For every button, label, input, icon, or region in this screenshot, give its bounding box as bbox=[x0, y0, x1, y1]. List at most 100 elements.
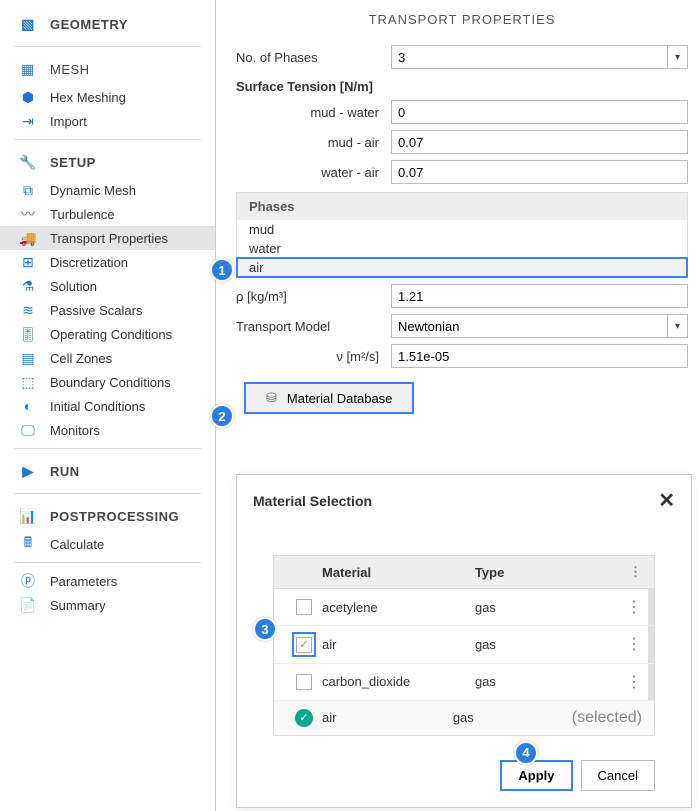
divider bbox=[14, 493, 201, 494]
no-phases-label: No. of Phases bbox=[236, 50, 391, 65]
truck-icon: 🚚 bbox=[18, 230, 38, 246]
sidebar-item-passive-scalars[interactable]: ≋ Passive Scalars bbox=[0, 298, 215, 322]
sidebar-item-turbulence[interactable]: 〰 Turbulence bbox=[0, 202, 215, 226]
boundary-icon: ⬚ bbox=[18, 374, 38, 390]
sidebar-item-calculate[interactable]: 🖩 Calculate bbox=[0, 532, 215, 556]
turbulence-icon: 〰 bbox=[18, 206, 38, 222]
divider bbox=[14, 139, 201, 140]
summary-icon: 📄 bbox=[18, 597, 38, 613]
sidebar-item-operating-conditions[interactable]: 🎚 Operating Conditions bbox=[0, 322, 215, 346]
sidebar-item-label: Parameters bbox=[50, 574, 117, 589]
callout-2: 2 bbox=[210, 404, 234, 428]
apply-button[interactable]: Apply bbox=[500, 760, 572, 791]
tension-input-1[interactable] bbox=[391, 130, 688, 154]
panel-title: TRANSPORT PROPERTIES bbox=[236, 0, 688, 45]
zones-icon: ▤ bbox=[18, 350, 38, 366]
sidebar-section-label: RUN bbox=[50, 464, 80, 479]
phase-row-mud[interactable]: mud bbox=[237, 220, 687, 239]
col-type: Type bbox=[475, 565, 614, 580]
sidebar-item-label: Cell Zones bbox=[50, 351, 112, 366]
sliders-icon: 🎚 bbox=[18, 326, 38, 342]
sidebar-item-cell-zones[interactable]: ▤ Cell Zones bbox=[0, 346, 215, 370]
sidebar-item-parameters[interactable]: ⓟ Parameters bbox=[0, 569, 215, 593]
wrench-icon: 🔧 bbox=[18, 154, 38, 170]
transport-model-select[interactable] bbox=[391, 314, 688, 338]
phases-box: Phases mud water air bbox=[236, 192, 688, 278]
sidebar-section-mesh[interactable]: ▦ MESH bbox=[0, 53, 215, 85]
material-database-button[interactable]: ⛁ Material Database bbox=[244, 382, 414, 414]
nu-input[interactable] bbox=[391, 344, 688, 368]
sidebar-item-transport-properties[interactable]: 🚚 Transport Properties bbox=[0, 226, 215, 250]
material-row-air[interactable]: air gas ⋮ bbox=[274, 626, 654, 664]
sidebar-item-boundary-conditions[interactable]: ⬚ Boundary Conditions bbox=[0, 370, 215, 394]
scrollbar[interactable] bbox=[648, 626, 654, 663]
tension-input-0[interactable] bbox=[391, 100, 688, 124]
material-type: gas bbox=[453, 710, 572, 725]
sidebar-section-setup[interactable]: 🔧 SETUP bbox=[0, 146, 215, 178]
kebab-icon[interactable]: ⋮ bbox=[614, 634, 642, 654]
material-table: Material Type ⋮ acetylene gas ⋮ air gas … bbox=[273, 555, 655, 736]
sidebar-item-label: Transport Properties bbox=[50, 231, 168, 246]
sidebar-item-label: Calculate bbox=[50, 537, 104, 552]
sidebar-section-label: MESH bbox=[50, 62, 90, 77]
material-type: gas bbox=[475, 637, 614, 652]
callout-4: 4 bbox=[514, 741, 538, 765]
selected-tag: (selected) bbox=[572, 709, 642, 727]
checkbox[interactable] bbox=[296, 674, 312, 690]
sidebar-item-discretization[interactable]: ⊞ Discretization bbox=[0, 250, 215, 274]
material-selection-dialog: Material Selection ✕ Material Type ⋮ ace… bbox=[236, 474, 692, 808]
surface-tension-label: Surface Tension [N/m] bbox=[236, 79, 688, 94]
sidebar-item-summary[interactable]: 📄 Summary bbox=[0, 593, 215, 617]
phase-row-water[interactable]: water bbox=[237, 239, 687, 258]
no-phases-select[interactable] bbox=[391, 45, 688, 69]
sidebar-item-label: Operating Conditions bbox=[50, 327, 172, 342]
sidebar-item-initial-conditions[interactable]: ◐ Initial Conditions bbox=[0, 394, 215, 418]
material-database-label: Material Database bbox=[287, 391, 393, 406]
material-row-carbon-dioxide[interactable]: carbon_dioxide gas ⋮ bbox=[274, 664, 654, 701]
sidebar-item-label: Passive Scalars bbox=[50, 303, 142, 318]
scalars-icon: ≋ bbox=[18, 302, 38, 318]
dynamic-mesh-icon: ⧉ bbox=[18, 182, 38, 198]
calculate-icon: 🖩 bbox=[18, 536, 38, 552]
kebab-icon[interactable]: ⋮ bbox=[614, 672, 642, 692]
tension-label-2: water - air bbox=[236, 165, 391, 180]
tension-label-1: mud - air bbox=[236, 135, 391, 150]
checkbox[interactable] bbox=[296, 599, 312, 615]
sidebar-item-hex-meshing[interactable]: ⬢ Hex Meshing bbox=[0, 85, 215, 109]
sidebar-item-solution[interactable]: ⚗ Solution bbox=[0, 274, 215, 298]
checkbox[interactable] bbox=[296, 637, 312, 653]
sidebar-item-import[interactable]: ⇥ Import bbox=[0, 109, 215, 133]
kebab-icon[interactable]: ⋮ bbox=[614, 564, 642, 580]
sidebar-item-label: Boundary Conditions bbox=[50, 375, 171, 390]
sidebar-item-dynamic-mesh[interactable]: ⧉ Dynamic Mesh bbox=[0, 178, 215, 202]
sidebar-item-monitors[interactable]: 🖵 Monitors bbox=[0, 418, 215, 442]
monitor-icon: 🖵 bbox=[18, 422, 38, 438]
col-material: Material bbox=[322, 565, 475, 580]
scrollbar[interactable] bbox=[648, 664, 654, 700]
sidebar-section-geometry[interactable]: ▧ GEOMETRY bbox=[0, 8, 215, 40]
material-row-acetylene[interactable]: acetylene gas ⋮ bbox=[274, 589, 654, 626]
sidebar-item-label: Summary bbox=[50, 598, 106, 613]
check-circle-icon bbox=[295, 709, 313, 727]
material-name: air bbox=[322, 637, 475, 652]
material-type: gas bbox=[475, 600, 614, 615]
scrollbar[interactable] bbox=[648, 589, 654, 625]
phase-row-air[interactable]: air bbox=[237, 258, 687, 277]
solution-icon: ⚗ bbox=[18, 278, 38, 294]
sidebar-section-label: SETUP bbox=[50, 155, 96, 170]
kebab-icon[interactable]: ⋮ bbox=[614, 597, 642, 617]
material-name: carbon_dioxide bbox=[322, 674, 475, 689]
tension-input-2[interactable] bbox=[391, 160, 688, 184]
tension-label-0: mud - water bbox=[236, 105, 391, 120]
sidebar-item-label: Turbulence bbox=[50, 207, 115, 222]
callout-1: 1 bbox=[210, 258, 234, 282]
sidebar-section-run[interactable]: ▶ RUN bbox=[0, 455, 215, 487]
material-table-header: Material Type ⋮ bbox=[274, 556, 654, 589]
import-icon: ⇥ bbox=[18, 113, 38, 129]
sidebar-item-label: Initial Conditions bbox=[50, 399, 145, 414]
sidebar-section-postprocessing[interactable]: 📊 POSTPROCESSING bbox=[0, 500, 215, 532]
close-icon[interactable]: ✕ bbox=[658, 491, 675, 511]
divider bbox=[14, 562, 201, 563]
cancel-button[interactable]: Cancel bbox=[581, 760, 655, 791]
rho-input[interactable] bbox=[391, 284, 688, 308]
